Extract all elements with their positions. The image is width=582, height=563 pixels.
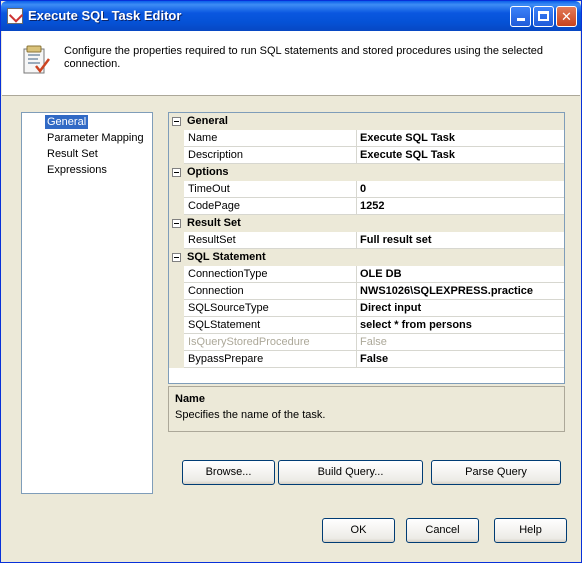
property-name: TimeOut bbox=[186, 181, 357, 197]
property-row-sqlsourcetype[interactable]: SQLSourceType Direct input bbox=[169, 300, 564, 317]
property-row-timeout[interactable]: TimeOut 0 bbox=[169, 181, 564, 198]
property-name: IsQueryStoredProcedure bbox=[186, 334, 357, 350]
property-name: SQLStatement bbox=[186, 317, 357, 333]
property-value[interactable]: 1252 bbox=[358, 198, 563, 214]
nav-item-parameter-mapping[interactable]: Parameter Mapping bbox=[45, 131, 146, 145]
property-name: BypassPrepare bbox=[186, 351, 357, 367]
category-options[interactable]: Options bbox=[169, 164, 564, 181]
property-value[interactable]: NWS1026\SQLEXPRESS.practice bbox=[358, 283, 563, 299]
category-label: Result Set bbox=[187, 217, 241, 229]
row-margin bbox=[169, 181, 184, 198]
category-label: SQL Statement bbox=[187, 251, 266, 263]
description-title: Name bbox=[175, 393, 205, 405]
window-title: Execute SQL Task Editor bbox=[28, 8, 182, 23]
property-value[interactable]: Execute SQL Task bbox=[358, 147, 563, 163]
row-margin bbox=[169, 300, 184, 317]
browse-button[interactable]: Browse... bbox=[182, 460, 275, 485]
property-grid: General Name Execute SQL Task Descriptio… bbox=[168, 112, 565, 384]
title-bar[interactable]: Execute SQL Task Editor ✕ bbox=[1, 1, 581, 31]
row-margin bbox=[169, 147, 184, 164]
row-margin bbox=[169, 232, 184, 249]
dialog-window: Execute SQL Task Editor ✕ Configure the … bbox=[0, 0, 582, 563]
row-margin bbox=[169, 317, 184, 334]
collapse-icon[interactable] bbox=[172, 117, 181, 126]
nav-item-general[interactable]: General bbox=[45, 115, 89, 129]
property-row-isquerystoredprocedure: IsQueryStoredProcedure False bbox=[169, 334, 564, 351]
property-name: SQLSourceType bbox=[186, 300, 357, 316]
task-editor-icon bbox=[7, 8, 23, 24]
row-margin bbox=[169, 283, 184, 300]
close-button[interactable]: ✕ bbox=[556, 6, 577, 27]
property-name: Name bbox=[186, 130, 357, 146]
property-row-connection[interactable]: Connection NWS1026\SQLEXPRESS.practice bbox=[169, 283, 564, 300]
page-navigation-list: General Parameter Mapping Result Set Exp… bbox=[21, 112, 153, 494]
ok-button[interactable]: OK bbox=[322, 518, 395, 543]
description-text: Specifies the name of the task. bbox=[175, 409, 326, 421]
category-sql-statement[interactable]: SQL Statement bbox=[169, 249, 564, 266]
help-button[interactable]: Help bbox=[494, 518, 567, 543]
row-margin bbox=[169, 266, 184, 283]
row-margin bbox=[169, 130, 184, 147]
property-value[interactable]: 0 bbox=[358, 181, 563, 197]
cancel-button[interactable]: Cancel bbox=[406, 518, 479, 543]
property-value: False bbox=[360, 336, 387, 348]
collapse-icon[interactable] bbox=[172, 168, 181, 177]
property-row-sqlstatement[interactable]: SQLStatement select * from persons bbox=[169, 317, 564, 334]
header-area: Configure the properties required to run… bbox=[2, 31, 580, 96]
property-name: CodePage bbox=[186, 198, 357, 214]
collapse-icon[interactable] bbox=[172, 253, 181, 262]
property-value[interactable]: OLE DB bbox=[358, 266, 563, 282]
row-margin bbox=[169, 334, 184, 351]
property-row-connectiontype[interactable]: ConnectionType OLE DB bbox=[169, 266, 564, 283]
maximize-button[interactable] bbox=[533, 6, 554, 27]
property-name: ConnectionType bbox=[186, 266, 357, 282]
category-label: General bbox=[187, 115, 228, 127]
maximize-icon bbox=[538, 11, 549, 21]
nav-item-result-set[interactable]: Result Set bbox=[45, 147, 100, 161]
property-row-name[interactable]: Name Execute SQL Task bbox=[169, 130, 564, 147]
property-name: Description bbox=[186, 147, 357, 163]
property-value[interactable]: False bbox=[358, 351, 563, 367]
property-row-bypassprepare[interactable]: BypassPrepare False bbox=[169, 351, 564, 368]
build-query-button[interactable]: Build Query... bbox=[278, 460, 423, 485]
minimize-button[interactable] bbox=[510, 6, 531, 27]
property-value[interactable]: Direct input bbox=[358, 300, 563, 316]
row-margin bbox=[169, 351, 184, 368]
property-value[interactable]: select * from persons bbox=[358, 317, 563, 333]
property-description-panel: Name Specifies the name of the task. bbox=[168, 386, 565, 432]
category-general[interactable]: General bbox=[169, 113, 564, 130]
category-result-set[interactable]: Result Set bbox=[169, 215, 564, 232]
property-row-resultset[interactable]: ResultSet Full result set bbox=[169, 232, 564, 249]
property-row-codepage[interactable]: CodePage 1252 bbox=[169, 198, 564, 215]
parse-query-button[interactable]: Parse Query bbox=[431, 460, 561, 485]
task-config-icon bbox=[23, 45, 50, 74]
property-row-description[interactable]: Description Execute SQL Task bbox=[169, 147, 564, 164]
header-description: Configure the properties required to run… bbox=[64, 45, 543, 70]
row-margin bbox=[169, 198, 184, 215]
property-name: Connection bbox=[186, 283, 357, 299]
minimize-icon bbox=[516, 18, 525, 21]
close-icon: ✕ bbox=[561, 9, 572, 24]
collapse-icon[interactable] bbox=[172, 219, 181, 228]
category-label: Options bbox=[187, 166, 229, 178]
nav-item-expressions[interactable]: Expressions bbox=[45, 163, 109, 177]
property-value[interactable]: Execute SQL Task bbox=[358, 130, 563, 146]
property-value[interactable]: Full result set bbox=[358, 232, 563, 248]
property-name: ResultSet bbox=[186, 232, 357, 248]
